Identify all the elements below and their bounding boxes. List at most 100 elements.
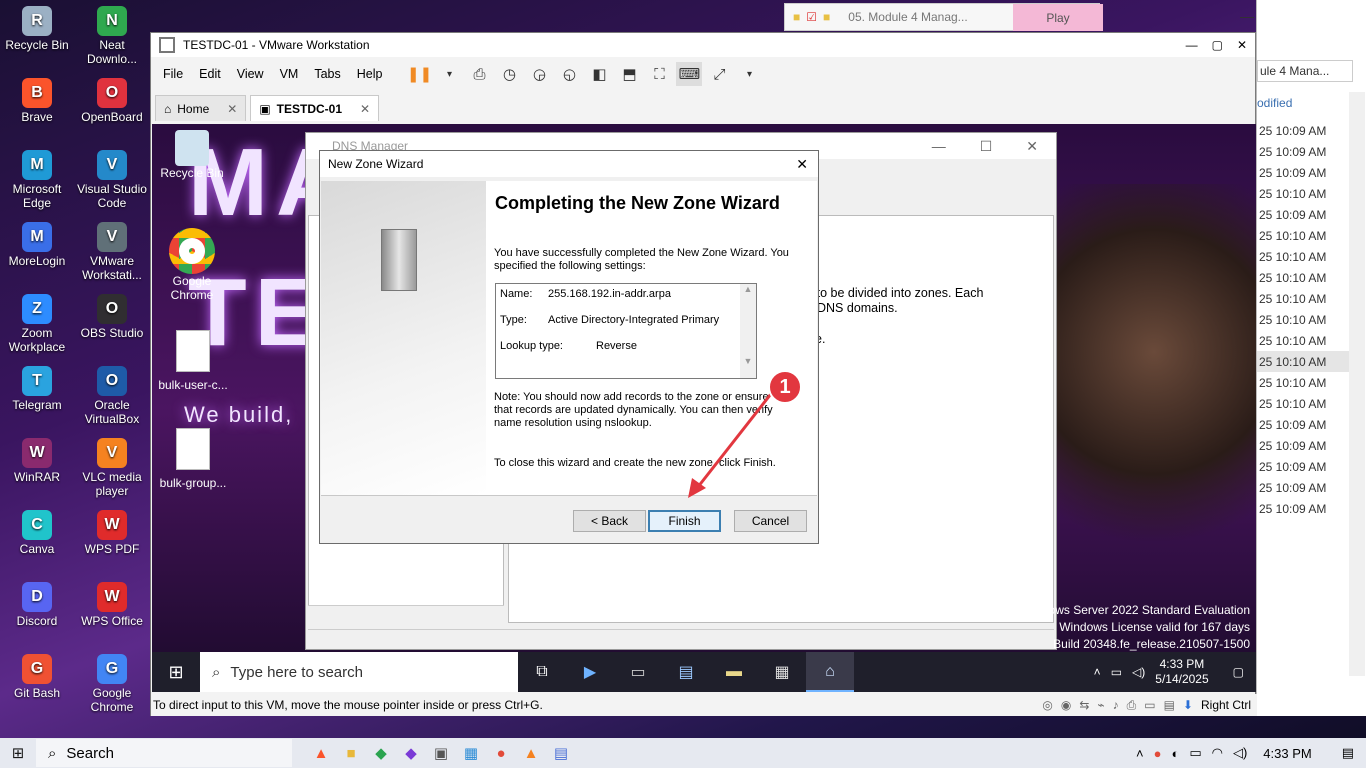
- menu-file[interactable]: File: [157, 65, 189, 83]
- list-item[interactable]: 25 10:09 AM: [1257, 204, 1349, 225]
- sidebar-view-icon[interactable]: ◧: [586, 62, 612, 86]
- menu-view[interactable]: View: [231, 65, 270, 83]
- notepad-icon[interactable]: ▦: [758, 662, 806, 682]
- desktop-icon[interactable]: W WinRAR: [0, 438, 74, 484]
- guest-icon-chrome[interactable]: Google Chrome: [160, 228, 224, 302]
- tray-app-icon[interactable]: ◐: [1171, 746, 1179, 761]
- tab-testdc-01[interactable]: ▣ TESTDC-01 ✕: [250, 95, 380, 121]
- chevron-down-icon[interactable]: ▾: [436, 62, 462, 86]
- list-item[interactable]: 25 10:10 AM: [1257, 183, 1349, 204]
- list-item[interactable]: 25 10:10 AM: [1257, 246, 1349, 267]
- snapshot-icon[interactable]: ◷: [496, 62, 522, 86]
- taskbar-search-box[interactable]: ⌕ Type here to search: [200, 652, 518, 692]
- checklist-icon[interactable]: ☑: [806, 10, 817, 24]
- volume-icon[interactable]: ◁): [1132, 665, 1145, 679]
- usb-icon[interactable]: ⌁: [1097, 698, 1104, 712]
- list-item[interactable]: 25 10:10 AM: [1257, 267, 1349, 288]
- minimize-icon[interactable]: —: [1240, 8, 1254, 24]
- desktop-icon[interactable]: G Git Bash: [0, 654, 74, 700]
- list-item[interactable]: 25 10:09 AM: [1257, 162, 1349, 183]
- search-input[interactable]: ule 4 Mana...: [1257, 60, 1353, 82]
- list-item[interactable]: 25 10:09 AM: [1257, 498, 1349, 519]
- list-item[interactable]: 25 10:10 AM: [1257, 372, 1349, 393]
- photos-icon[interactable]: ◆: [366, 738, 396, 768]
- scrollbar[interactable]: [1349, 92, 1365, 676]
- capture-icon[interactable]: ▤: [546, 738, 576, 768]
- windows-start-icon[interactable]: ⊞: [0, 738, 36, 768]
- column-header-modified[interactable]: odified: [1257, 96, 1292, 110]
- desktop-icon[interactable]: M MoreLogin: [0, 222, 74, 268]
- desktop-icon[interactable]: Z Zoom Workplace: [0, 294, 74, 354]
- close-icon[interactable]: ✕: [227, 102, 237, 116]
- list-item[interactable]: 25 10:09 AM: [1257, 141, 1349, 162]
- desktop-icon[interactable]: O OpenBoard: [75, 78, 149, 124]
- desktop-icon[interactable]: D Discord: [0, 582, 74, 628]
- dns-horizontal-scrollbar[interactable]: [308, 605, 504, 623]
- desktop-icon[interactable]: C Canva: [0, 510, 74, 556]
- thumbnail-view-icon[interactable]: ⬒: [616, 62, 642, 86]
- brave-icon[interactable]: ▲: [306, 738, 336, 768]
- menu-vm[interactable]: VM: [274, 65, 305, 83]
- snapshot-manager-icon[interactable]: ◵: [556, 62, 582, 86]
- app-icon[interactable]: ◆: [396, 738, 426, 768]
- network-adapter-icon[interactable]: ⇆: [1079, 698, 1089, 712]
- chevron-down-icon[interactable]: ▾: [736, 62, 762, 86]
- desktop-icon[interactable]: W WPS Office: [75, 582, 149, 628]
- revert-snapshot-icon[interactable]: ◶: [526, 62, 552, 86]
- play-button[interactable]: Play: [1013, 4, 1103, 31]
- printer-icon[interactable]: ⎙: [1127, 698, 1137, 713]
- desktop-icon[interactable]: B Brave: [0, 78, 74, 124]
- battery-icon[interactable]: ▭: [1189, 745, 1201, 761]
- cmd-icon[interactable]: ▭: [614, 662, 662, 682]
- chevron-up-icon[interactable]: ˄: [1136, 746, 1144, 761]
- desktop-icon[interactable]: W WPS PDF: [75, 510, 149, 556]
- clock-time[interactable]: 4:33 PM: [1155, 657, 1208, 672]
- finish-button[interactable]: Finish: [648, 510, 721, 532]
- folder-icon[interactable]: ■: [823, 10, 830, 24]
- volume-icon[interactable]: ◁): [1233, 745, 1247, 761]
- list-item[interactable]: 25 10:10 AM: [1257, 393, 1349, 414]
- maximize-icon[interactable]: ▢: [1212, 38, 1223, 52]
- dns-manager-icon[interactable]: ⌂: [806, 652, 854, 692]
- minimize-icon[interactable]: —: [1186, 38, 1198, 52]
- desktop-icon[interactable]: G Google Chrome: [75, 654, 149, 714]
- desktop-icon[interactable]: V VLC media player: [75, 438, 149, 498]
- menu-tabs[interactable]: Tabs: [308, 65, 346, 83]
- desktop-icon[interactable]: N Neat Downlo...: [75, 6, 149, 66]
- close-icon[interactable]: ✕: [1026, 138, 1038, 155]
- close-icon[interactable]: ✕: [796, 156, 808, 173]
- chrome-tray-icon[interactable]: ●: [1154, 746, 1162, 761]
- desktop-icon[interactable]: V VMware Workstati...: [75, 222, 149, 282]
- sound-icon[interactable]: ♪: [1113, 698, 1119, 712]
- tab-home[interactable]: ⌂ Home ✕: [155, 95, 247, 121]
- menu-help[interactable]: Help: [351, 65, 389, 83]
- hdd-icon[interactable]: ◎: [1042, 698, 1052, 712]
- list-item[interactable]: 25 10:09 AM: [1257, 456, 1349, 477]
- taskbar-search-box[interactable]: ⌕ Search: [36, 739, 292, 767]
- clock-date[interactable]: 5/14/2025: [1155, 672, 1208, 687]
- guest-icon-recycle-bin[interactable]: Recycle Bin: [160, 130, 224, 180]
- chevron-up-icon[interactable]: ˄: [1094, 665, 1101, 679]
- guest-screen[interactable]: MA TE We build, Recycle Bin Google Chrom…: [152, 124, 1256, 692]
- list-item[interactable]: 25 10:09 AM: [1257, 477, 1349, 498]
- powershell-icon[interactable]: ▶: [566, 662, 614, 682]
- ad-users-icon[interactable]: ▬: [710, 663, 758, 681]
- back-button[interactable]: < Back: [573, 510, 646, 532]
- display-icon[interactable]: ▭: [1144, 698, 1155, 712]
- desktop-icon[interactable]: O OBS Studio: [75, 294, 149, 340]
- settings-summary-box[interactable]: Name: 255.168.192.in-addr.arpa Type: Activ…: [495, 283, 757, 379]
- list-item[interactable]: 25 10:10 AM: [1257, 288, 1349, 309]
- file-explorer-icon[interactable]: ■: [336, 738, 366, 768]
- notification-icon[interactable]: ▢: [1233, 665, 1244, 679]
- windows-start-icon[interactable]: ⊞: [152, 662, 200, 683]
- list-item[interactable]: 25 10:09 AM: [1257, 435, 1349, 456]
- vmware-icon[interactable]: ▣: [426, 738, 456, 768]
- desktop-icon[interactable]: V Visual Studio Code: [75, 150, 149, 210]
- guest-icon-bulk-group[interactable]: bulk-group...: [154, 428, 232, 490]
- list-item[interactable]: 25 10:09 AM: [1257, 120, 1349, 141]
- pause-icon[interactable]: ❚❚: [406, 62, 432, 86]
- close-icon[interactable]: ✕: [360, 102, 370, 116]
- chrome-icon[interactable]: ●: [486, 738, 516, 768]
- list-item[interactable]: 25 10:10 AM: [1257, 351, 1349, 372]
- list-item[interactable]: 25 10:10 AM: [1257, 225, 1349, 246]
